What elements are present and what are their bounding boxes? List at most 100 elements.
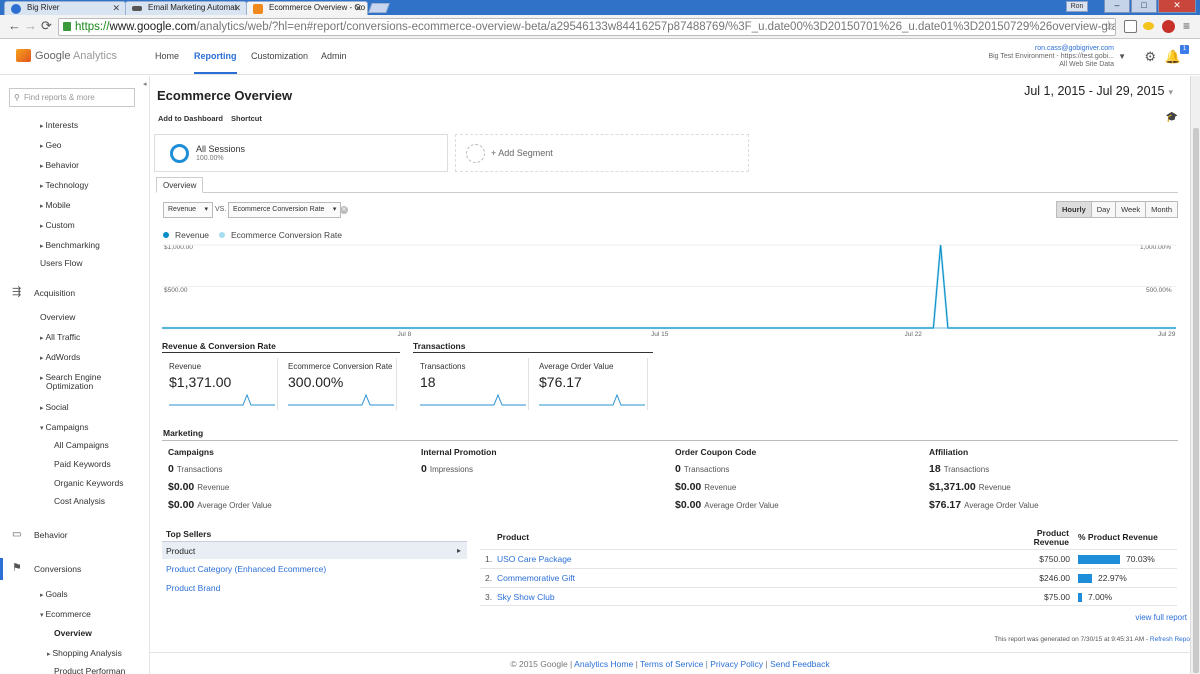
browser-tab-email-marketing[interactable]: Email Marketing Automat ✕ [125, 1, 247, 15]
summary-card-transactions[interactable]: Transactions 18 [414, 358, 529, 410]
metric-selector-secondary[interactable]: Ecommerce Conversion Rate [228, 202, 342, 218]
footer-link-analytics-home[interactable]: Analytics Home [574, 659, 633, 669]
sidebar-item-custom[interactable]: Custom [40, 220, 74, 230]
segment-all-sessions[interactable]: All Sessions 100.00% [154, 134, 448, 172]
metric-value: $0.00 [168, 499, 195, 511]
sidebar-item-ecommerce-overview[interactable]: Overview [54, 628, 92, 638]
sidebar-item-behavior[interactable]: Behavior [40, 160, 79, 170]
add-to-dashboard-button[interactable]: Add to Dashboard [158, 114, 223, 123]
left-sidebar: ⚲ Find reports & more ◂ Interests Geo Be… [0, 76, 150, 674]
chat-extension-icon[interactable] [1143, 22, 1154, 30]
graduation-cap-icon[interactable]: 🎓 [1166, 112, 1178, 123]
granularity-hourly[interactable]: Hourly [1055, 201, 1092, 218]
sidebar-item-users-flow[interactable]: Users Flow [40, 258, 83, 268]
forward-arrow-icon[interactable]: → [24, 19, 37, 33]
gear-icon[interactable]: ⚙ [1144, 49, 1156, 65]
sidebar-item-goals[interactable]: Goals [40, 589, 67, 599]
sidebar-item-seo-line2[interactable]: Optimization [46, 381, 93, 391]
sidebar-item-adwords[interactable]: AdWords [40, 352, 80, 362]
marketing-order-coupon-code: Order Coupon Code 0 Transactions $0.00 Rev… [675, 447, 925, 516]
legend-label: Ecommerce Conversion Rate [231, 230, 343, 240]
shortcut-button[interactable]: Shortcut [231, 114, 262, 123]
nav-home[interactable]: Home [155, 51, 179, 61]
granularity-day[interactable]: Day [1090, 201, 1117, 218]
browser-user-badge[interactable]: Ron [1066, 1, 1088, 12]
granularity-week[interactable]: Week [1115, 201, 1147, 218]
sidebar-item-campaigns[interactable]: Campaigns [40, 422, 88, 432]
sidebar-item-geo[interactable]: Geo [40, 140, 61, 150]
close-window-button[interactable]: ✕ [1158, 0, 1196, 13]
nav-reporting[interactable]: Reporting [194, 51, 237, 74]
sidebar-item-social[interactable]: Social [40, 402, 68, 412]
top-sellers-product-brand[interactable]: Product Brand [162, 579, 467, 597]
column-header-product-revenue[interactable]: Product Revenue [1033, 529, 1069, 547]
clear-metric-icon[interactable]: ✕ [340, 206, 348, 214]
footer-link-feedback[interactable]: Send Feedback [770, 659, 830, 669]
add-segment-button[interactable]: + Add Segment [455, 134, 749, 172]
google-analytics-logo[interactable]: Google Analytics [16, 49, 117, 62]
sidebar-section-conversions[interactable]: ⚑ Conversions [0, 558, 149, 580]
footer-link-privacy[interactable]: Privacy Policy [710, 659, 763, 669]
browser-tab-big-river[interactable]: Big River ✕ [4, 1, 126, 15]
sidebar-item-acq-overview[interactable]: Overview [40, 312, 75, 322]
search-reports-input[interactable]: ⚲ Find reports & more [9, 88, 135, 107]
sidebar-item-interests[interactable]: Interests [40, 120, 78, 130]
scrollbar-thumb[interactable] [1193, 128, 1199, 673]
product-link[interactable]: Sky Show Club [497, 588, 555, 607]
product-link[interactable]: USO Care Package [497, 550, 572, 569]
sidebar-item-all-traffic[interactable]: All Traffic [40, 332, 80, 342]
nav-customization[interactable]: Customization [251, 51, 308, 61]
sidebar-item-cost-analysis[interactable]: Cost Analysis [54, 496, 105, 506]
summary-label: Transactions [420, 362, 466, 371]
sidebar-item-benchmarking[interactable]: Benchmarking [40, 240, 99, 250]
address-bar-input[interactable]: https://www.google.com/analytics/web/?hl… [58, 18, 1116, 36]
close-tab-icon[interactable]: ✕ [354, 2, 362, 14]
refresh-report-link[interactable]: Refresh Report [1150, 636, 1194, 643]
bell-icon[interactable]: 🔔 [1165, 49, 1181, 65]
sidebar-item-product-performance[interactable]: Product Performan [54, 666, 125, 674]
back-arrow-icon[interactable]: ← [8, 19, 21, 33]
column-header-pct-revenue[interactable]: % Product Revenue [1078, 533, 1158, 542]
top-sellers-product[interactable]: Product [162, 541, 467, 560]
sidebar-item-mobile[interactable]: Mobile [40, 200, 70, 210]
close-tab-icon[interactable]: ✕ [112, 2, 120, 14]
summary-card-average-order-value[interactable]: Average Order Value $76.17 [533, 358, 648, 410]
sidebar-item-paid-keywords[interactable]: Paid Keywords [54, 459, 111, 469]
product-link[interactable]: Commemorative Gift [497, 569, 575, 588]
page-footer: © 2015 Google | Analytics Home | Terms o… [150, 652, 1190, 674]
summary-card-revenue[interactable]: Revenue $1,371.00 [163, 358, 278, 410]
view-full-report-link[interactable]: view full report [1135, 613, 1187, 622]
minimize-window-button[interactable]: – [1104, 0, 1130, 13]
sidebar-item-all-campaigns[interactable]: All Campaigns [54, 440, 109, 450]
sidebar-item-technology[interactable]: Technology [40, 180, 88, 190]
bookmark-star-icon[interactable]: ☆ [1103, 18, 1115, 34]
summary-card-conversion-rate[interactable]: Ecommerce Conversion Rate 300.00% [282, 358, 397, 410]
logo-analytics: Analytics [72, 49, 117, 62]
close-tab-icon[interactable]: ✕ [233, 2, 241, 14]
tab-overview[interactable]: Overview [156, 177, 204, 193]
sidebar-item-ecommerce[interactable]: Ecommerce [40, 609, 90, 619]
sidebar-section-acquisition[interactable]: ⇶ Acquisition [0, 282, 149, 304]
vertical-scrollbar[interactable] [1190, 76, 1200, 674]
new-tab-button[interactable] [368, 3, 390, 13]
top-sellers-product-category[interactable]: Product Category (Enhanced Ecommerce) [162, 560, 467, 578]
sidebar-item-shopping-analysis[interactable]: Shopping Analysis [47, 648, 121, 658]
sidebar-section-behavior[interactable]: ▭ Behavior [0, 524, 149, 546]
column-header-product[interactable]: Product [497, 533, 529, 542]
metric-selector-primary[interactable]: Revenue [163, 202, 214, 218]
legend-conversion-rate[interactable]: Ecommerce Conversion Rate [219, 230, 342, 240]
browser-tab-ecommerce-overview[interactable]: Ecommerce Overview - Go ✕ [246, 1, 368, 15]
nav-admin[interactable]: Admin [321, 51, 347, 61]
reload-icon[interactable]: ⟳ [41, 19, 52, 33]
cast-extension-icon[interactable] [1124, 20, 1137, 33]
legend-revenue[interactable]: Revenue [163, 230, 209, 240]
maximize-window-button[interactable]: □ [1131, 0, 1157, 13]
sidebar-item-organic-keywords[interactable]: Organic Keywords [54, 478, 123, 488]
opera-extension-icon[interactable] [1162, 20, 1175, 33]
footer-link-terms[interactable]: Terms of Service [640, 659, 703, 669]
date-range-picker[interactable]: Jul 1, 2015 - Jul 29, 2015 ▾ [1024, 84, 1173, 98]
account-selector[interactable]: ron.cass@gobigriver.com Big Test Environ… [988, 45, 1126, 69]
granularity-month[interactable]: Month [1145, 201, 1178, 218]
browser-menu-icon[interactable]: ≡ [1183, 19, 1190, 33]
collapse-sidebar-icon[interactable]: ◂ [143, 80, 147, 88]
